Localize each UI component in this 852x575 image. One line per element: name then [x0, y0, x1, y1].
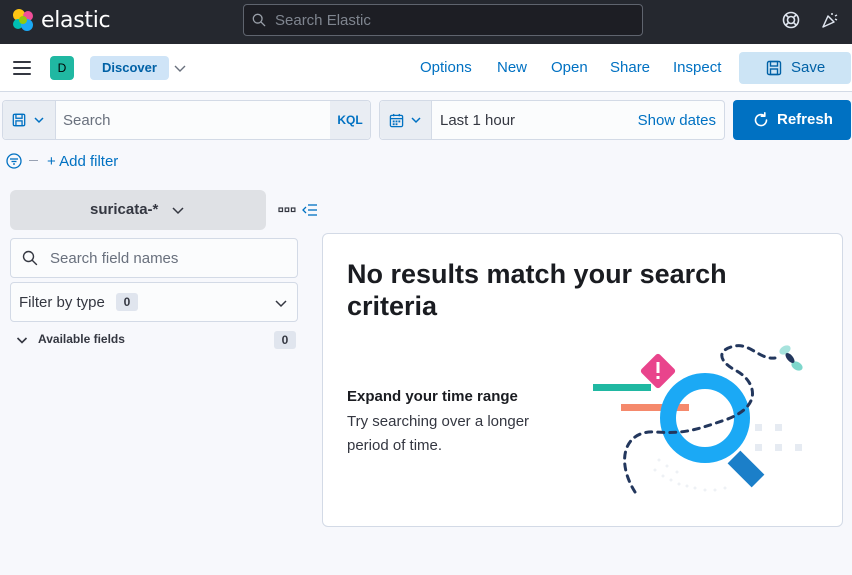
no-results-illustration: [593, 344, 803, 494]
space-avatar[interactable]: D: [50, 56, 74, 80]
quick-menu-button[interactable]: [380, 101, 432, 139]
save-icon: [12, 113, 26, 127]
available-fields-count: 0: [274, 331, 296, 349]
chevron-down-icon[interactable]: [172, 60, 188, 76]
search-icon: [252, 13, 266, 27]
open-link[interactable]: Open: [551, 59, 588, 76]
save-button[interactable]: Save: [739, 52, 851, 84]
available-fields-label[interactable]: Available fields: [38, 332, 125, 346]
global-header: elastic Search Elastic: [0, 0, 852, 44]
help-icon[interactable]: [782, 11, 800, 29]
index-pattern-label: suricata-*: [90, 201, 159, 218]
options-link[interactable]: Options: [420, 59, 472, 76]
refresh-button[interactable]: Refresh: [733, 100, 851, 140]
new-link[interactable]: New: [497, 59, 527, 76]
save-label: Save: [791, 59, 826, 76]
kql-toggle-button[interactable]: KQL: [330, 101, 370, 139]
query-input[interactable]: Search: [63, 112, 111, 129]
no-results-subtitle: Expand your time range: [347, 388, 518, 405]
filter-count-badge: 0: [116, 293, 138, 311]
chevron-down-icon: [34, 117, 44, 124]
date-picker: Last 1 hour Show dates: [379, 100, 725, 140]
more-options-icon[interactable]: [278, 202, 296, 218]
collapse-sidebar-icon[interactable]: [302, 202, 318, 218]
no-results-panel: No results match your search criteria Ex…: [322, 233, 843, 527]
filter-by-type-label: Filter by type: [19, 294, 105, 311]
breadcrumb-discover[interactable]: Discover: [90, 56, 169, 80]
index-pattern-picker[interactable]: suricata-*: [10, 190, 266, 230]
field-search-input[interactable]: Search field names: [10, 238, 298, 278]
field-search-placeholder: Search field names: [50, 250, 179, 267]
global-search-placeholder: Search Elastic: [275, 12, 371, 29]
refresh-icon: [754, 112, 768, 127]
brand-name[interactable]: elastic: [41, 8, 111, 33]
show-dates-link[interactable]: Show dates: [638, 112, 716, 129]
save-icon: [766, 60, 782, 76]
no-results-title: No results match your search criteria: [347, 259, 727, 321]
chevron-down-icon[interactable]: [16, 334, 28, 346]
chevron-down-icon: [172, 207, 184, 215]
inspect-link[interactable]: Inspect: [673, 59, 721, 76]
saved-query-button[interactable]: [3, 101, 56, 139]
search-icon: [22, 250, 38, 266]
menu-icon[interactable]: [13, 61, 31, 75]
chevron-down-icon: [411, 117, 421, 124]
newsfeed-icon[interactable]: [821, 11, 839, 29]
add-filter-button[interactable]: + Add filter: [47, 153, 118, 170]
calendar-icon: [389, 113, 404, 128]
filter-divider: [29, 160, 38, 161]
share-link[interactable]: Share: [610, 59, 650, 76]
filter-by-type-button[interactable]: Filter by type 0: [10, 282, 298, 322]
global-search-input[interactable]: Search Elastic: [243, 4, 643, 36]
refresh-label: Refresh: [777, 111, 833, 128]
elastic-logo[interactable]: [10, 7, 36, 33]
chevron-down-icon: [275, 300, 287, 308]
filter-icon[interactable]: [6, 153, 22, 169]
app-toolbar: D Discover Options New Open Share Inspec…: [0, 44, 852, 92]
no-results-description: Try searching over a longer period of ti…: [347, 413, 530, 454]
query-bar: Search KQL: [2, 100, 371, 140]
time-range-label[interactable]: Last 1 hour: [440, 112, 515, 129]
